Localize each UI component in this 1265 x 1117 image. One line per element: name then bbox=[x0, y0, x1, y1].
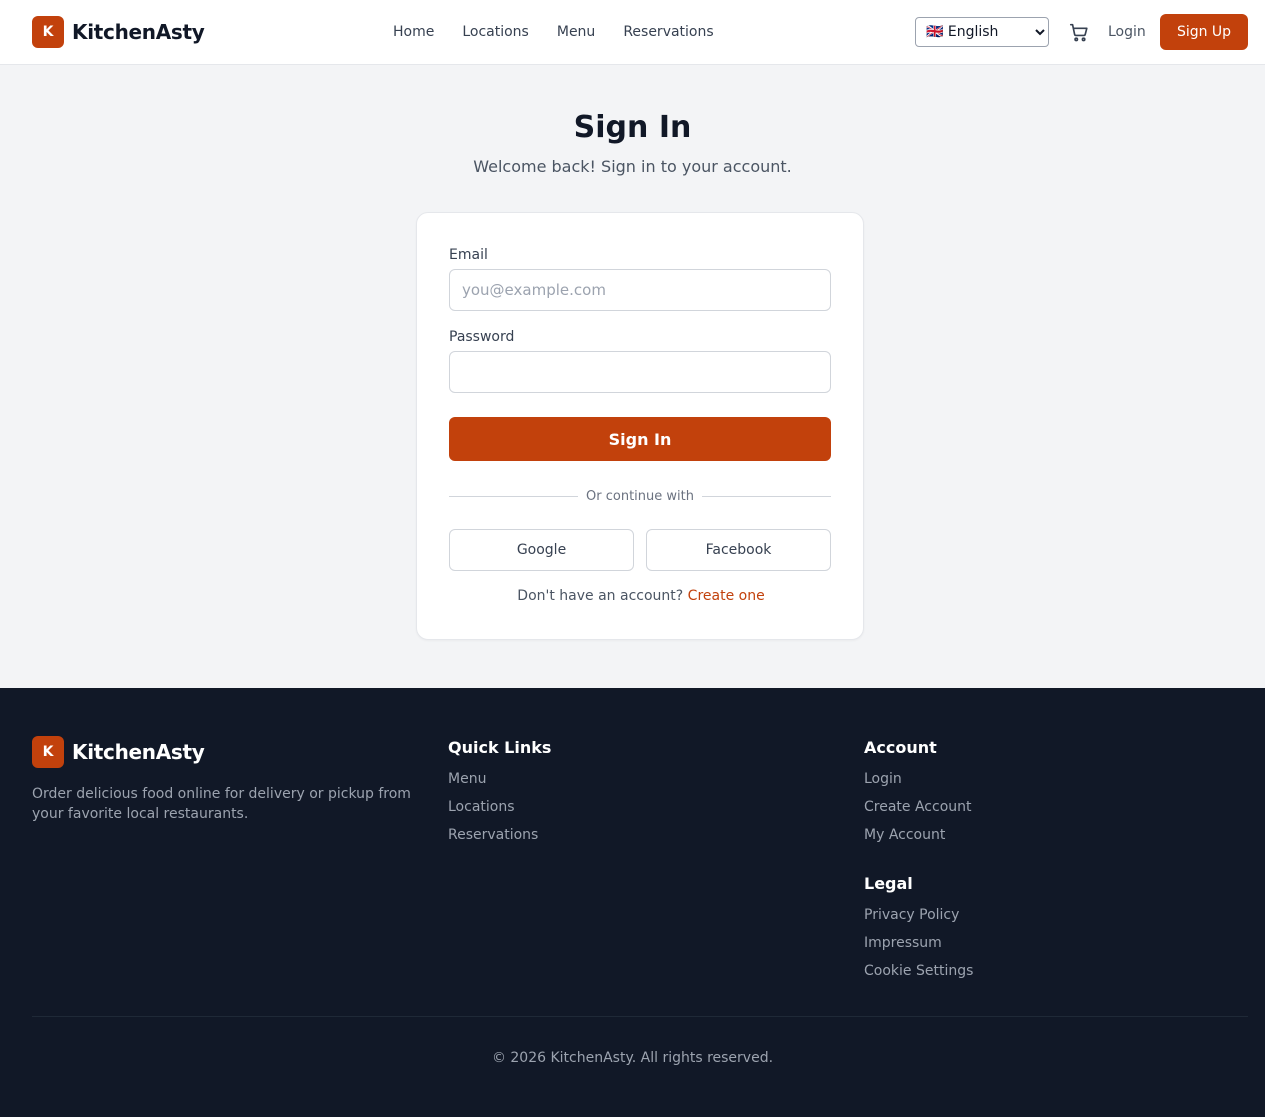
facebook-button[interactable]: Facebook bbox=[646, 529, 831, 571]
legal-heading: Legal bbox=[864, 874, 913, 893]
site-header: K KitchenAsty Home Locations Menu Reserv… bbox=[0, 0, 1265, 65]
footer-description: Order delicious food online for delivery… bbox=[32, 786, 411, 822]
brand-name: KitchenAsty bbox=[72, 20, 205, 44]
footer-account: Account Login Create Account My Account bbox=[864, 738, 972, 853]
footer-link-login[interactable]: Login bbox=[864, 769, 972, 789]
create-account-link[interactable]: Create one bbox=[688, 588, 765, 604]
nav-home[interactable]: Home bbox=[393, 22, 434, 42]
footer-brand: K KitchenAsty bbox=[32, 736, 205, 768]
password-field[interactable] bbox=[449, 351, 831, 393]
shopping-cart-icon[interactable] bbox=[1068, 21, 1090, 43]
brand-logo-link[interactable]: K KitchenAsty bbox=[32, 16, 205, 48]
footer-link-reservations[interactable]: Reservations bbox=[448, 825, 551, 845]
footer-link-create-account[interactable]: Create Account bbox=[864, 797, 972, 817]
footer-link-menu[interactable]: Menu bbox=[448, 769, 551, 789]
footer-link-my-account[interactable]: My Account bbox=[864, 825, 972, 845]
logo-icon: K bbox=[32, 16, 64, 48]
footer-link-privacy[interactable]: Privacy Policy bbox=[864, 905, 973, 925]
header-login-link[interactable]: Login bbox=[1108, 22, 1146, 42]
main-nav: Home Locations Menu Reservations bbox=[393, 22, 742, 42]
copyright: © 2026 KitchenAsty. All rights reserved. bbox=[491, 1050, 774, 1066]
footer-quick-links: Quick Links Menu Locations Reservations bbox=[448, 738, 551, 853]
page-subtitle: Welcome back! Sign in to your account. bbox=[473, 157, 792, 176]
social-divider: Or continue with bbox=[449, 486, 832, 506]
account-heading: Account bbox=[864, 738, 937, 757]
divider-line bbox=[449, 495, 579, 497]
nav-menu[interactable]: Menu bbox=[557, 22, 595, 42]
footer-link-locations[interactable]: Locations bbox=[448, 797, 551, 817]
google-button[interactable]: Google bbox=[449, 529, 634, 571]
page-title: Sign In bbox=[573, 110, 692, 145]
footer-brand-name: KitchenAsty bbox=[72, 740, 205, 764]
email-field[interactable] bbox=[449, 269, 831, 311]
password-label: Password bbox=[449, 329, 515, 345]
create-account-prompt: Don't have an account? Create one bbox=[417, 588, 865, 604]
footer-link-impressum[interactable]: Impressum bbox=[864, 933, 973, 953]
signup-button[interactable]: Sign Up bbox=[1160, 14, 1248, 50]
footer-logo-icon: K bbox=[32, 736, 64, 768]
signin-button[interactable]: Sign In bbox=[449, 417, 831, 461]
no-account-text: Don't have an account? bbox=[517, 588, 684, 604]
nav-reservations[interactable]: Reservations bbox=[623, 22, 713, 42]
divider-line bbox=[701, 495, 832, 497]
email-label: Email bbox=[449, 247, 488, 263]
footer-legal: Legal Privacy Policy Impressum Cookie Se… bbox=[864, 874, 973, 989]
footer-link-cookie-settings[interactable]: Cookie Settings bbox=[864, 961, 973, 981]
language-select[interactable]: 🇬🇧 English bbox=[915, 17, 1049, 47]
signin-card: Email Password Sign In Or continue with … bbox=[416, 212, 864, 640]
divider-text: Or continue with bbox=[586, 488, 694, 504]
nav-locations[interactable]: Locations bbox=[462, 22, 529, 42]
site-footer: K KitchenAsty Order delicious food onlin… bbox=[0, 688, 1265, 1117]
footer-divider bbox=[32, 1016, 1248, 1017]
quick-links-heading: Quick Links bbox=[448, 738, 552, 757]
